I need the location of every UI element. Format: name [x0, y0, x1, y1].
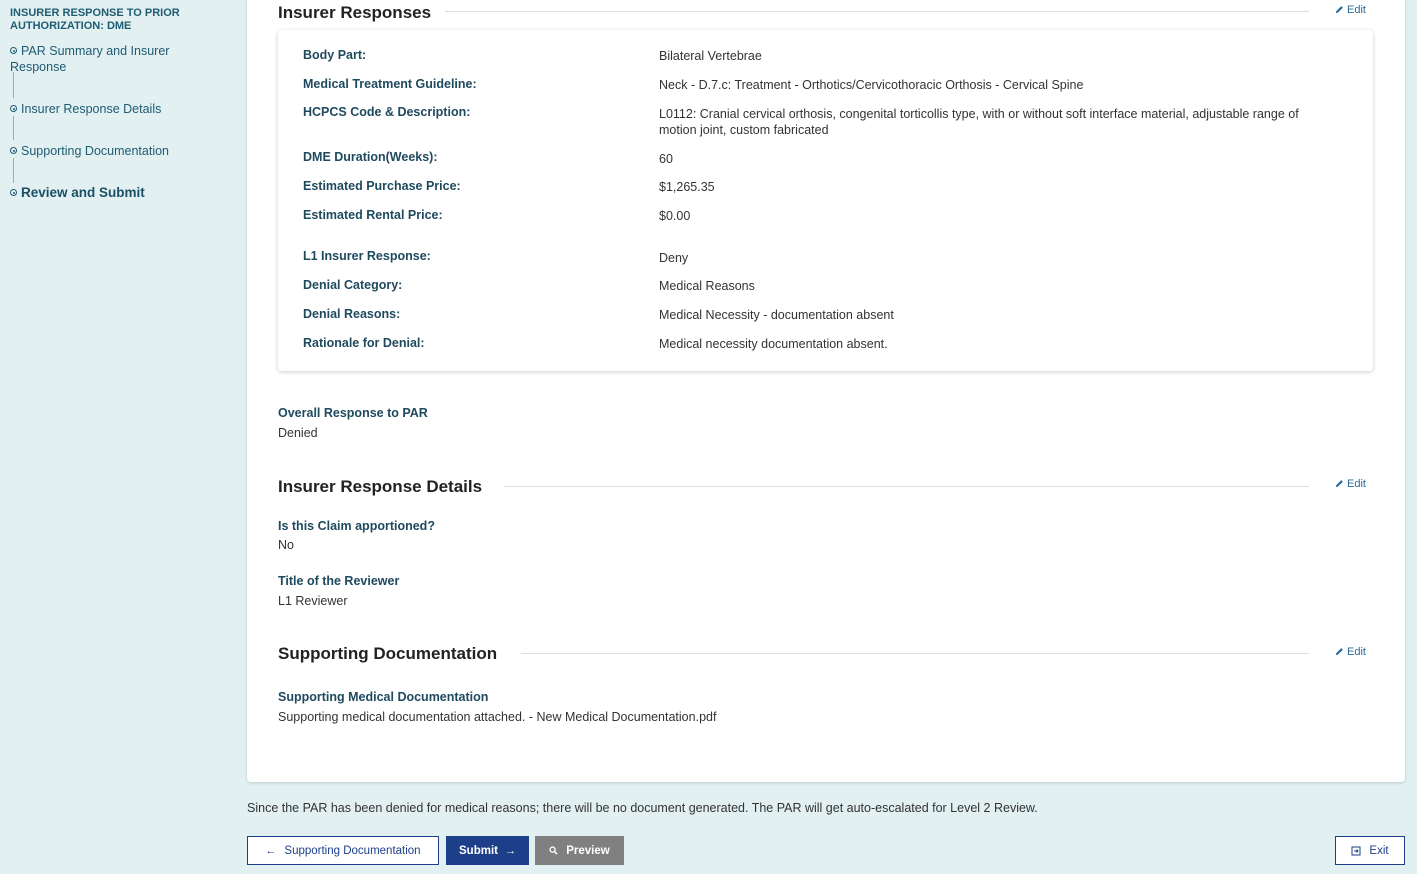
sidebar-item-label: PAR Summary and Insurer Response	[10, 44, 170, 74]
auto-escalation-notice: Since the PAR has been denied for medica…	[247, 801, 1038, 815]
l1-response-label: L1 Insurer Response:	[303, 249, 431, 263]
step-dot-icon	[10, 105, 17, 112]
preview-button-label: Preview	[566, 844, 610, 857]
edit-label: Edit	[1347, 646, 1366, 658]
section-title-insurer-responses: Insurer Responses	[278, 3, 446, 23]
reviewer-title-value: L1 Reviewer	[278, 594, 348, 608]
denial-category-value: Medical Reasons	[659, 279, 755, 293]
preview-button[interactable]: Preview	[535, 836, 624, 865]
arrow-right-icon: →	[504, 844, 516, 857]
body-part-value: Bilateral Vertebrae	[659, 49, 762, 63]
denial-reasons-value: Medical Necessity - documentation absent	[659, 308, 894, 322]
rationale-value: Medical necessity documentation absent.	[659, 337, 888, 351]
back-to-supporting-docs-button[interactable]: ← Supporting Documentation	[247, 836, 439, 865]
sidebar-nav: INSURER RESPONSE TO PRIOR AUTHORIZATION:…	[0, 0, 240, 874]
l1-response-value: Deny	[659, 251, 689, 265]
sidebar-heading: INSURER RESPONSE TO PRIOR AUTHORIZATION:…	[10, 7, 180, 32]
search-icon	[549, 846, 558, 855]
guideline-value: Neck - D.7.c: Treatment - Orthotics/Cerv…	[659, 78, 1084, 92]
reviewer-title-label: Title of the Reviewer	[278, 574, 400, 588]
edit-label: Edit	[1347, 4, 1366, 16]
section-divider	[521, 653, 1309, 654]
section-divider	[504, 486, 1309, 487]
denial-category-label: Denial Category:	[303, 278, 403, 292]
exit-icon	[1351, 846, 1361, 855]
supporting-medical-doc-label: Supporting Medical Documentation	[278, 690, 489, 704]
hcpcs-value: L0112: Cranial cervical orthosis, congen…	[659, 107, 1299, 137]
overall-response-value: Denied	[278, 426, 318, 440]
sidebar-item-supporting-docs[interactable]: Supporting Documentation	[10, 143, 210, 159]
section-title-supporting-docs: Supporting Documentation	[278, 644, 512, 664]
rental-price-label: Estimated Rental Price:	[303, 208, 443, 222]
duration-label: DME Duration(Weeks):	[303, 150, 438, 164]
hcpcs-label: HCPCS Code & Description:	[303, 105, 471, 119]
exit-button-label: Exit	[1369, 844, 1389, 857]
purchase-price-label: Estimated Purchase Price:	[303, 179, 461, 193]
sidebar-item-label: Review and Submit	[21, 185, 145, 200]
edit-supporting-docs-link[interactable]: Edit	[1335, 646, 1366, 658]
sidebar-item-label: Supporting Documentation	[21, 144, 170, 158]
guideline-label: Medical Treatment Guideline:	[303, 77, 477, 91]
sidebar-item-par-summary[interactable]: PAR Summary and Insurer Response	[10, 43, 210, 75]
apportioned-label: Is this Claim apportioned?	[278, 519, 435, 533]
step-dot-icon	[10, 47, 17, 54]
step-dot-icon	[10, 147, 17, 154]
sidebar-item-label: Insurer Response Details	[21, 102, 162, 116]
sidebar-item-review-submit[interactable]: Review and Submit	[10, 185, 210, 201]
edit-response-details-link[interactable]: Edit	[1335, 478, 1366, 490]
pencil-icon	[1335, 480, 1343, 488]
section-divider	[440, 11, 1309, 12]
arrow-left-icon: ←	[265, 844, 277, 857]
rental-price-value: $0.00	[659, 209, 691, 223]
exit-button[interactable]: Exit	[1335, 836, 1405, 865]
nav-connector	[13, 158, 14, 183]
section-title-response-details: Insurer Response Details	[278, 477, 497, 497]
edit-label: Edit	[1347, 478, 1366, 490]
denial-reasons-label: Denial Reasons:	[303, 307, 401, 321]
pencil-icon	[1335, 648, 1343, 656]
pencil-icon	[1335, 6, 1343, 14]
supporting-medical-doc-value: Supporting medical documentation attache…	[278, 710, 717, 724]
purchase-price-value: $1,265.35	[659, 180, 715, 194]
duration-value: 60	[659, 152, 673, 166]
apportioned-value: No	[278, 538, 294, 552]
nav-connector	[13, 72, 14, 98]
nav-connector	[13, 116, 14, 140]
overall-response-label: Overall Response to PAR	[278, 406, 428, 420]
submit-button[interactable]: Submit →	[446, 836, 529, 865]
step-dot-icon	[10, 189, 17, 196]
sidebar-item-response-details[interactable]: Insurer Response Details	[10, 101, 210, 117]
body-part-label: Body Part:	[303, 48, 367, 62]
rationale-label: Rationale for Denial:	[303, 336, 425, 350]
edit-insurer-responses-link[interactable]: Edit	[1335, 4, 1366, 16]
back-button-label: Supporting Documentation	[284, 844, 421, 857]
submit-button-label: Submit	[459, 844, 498, 857]
